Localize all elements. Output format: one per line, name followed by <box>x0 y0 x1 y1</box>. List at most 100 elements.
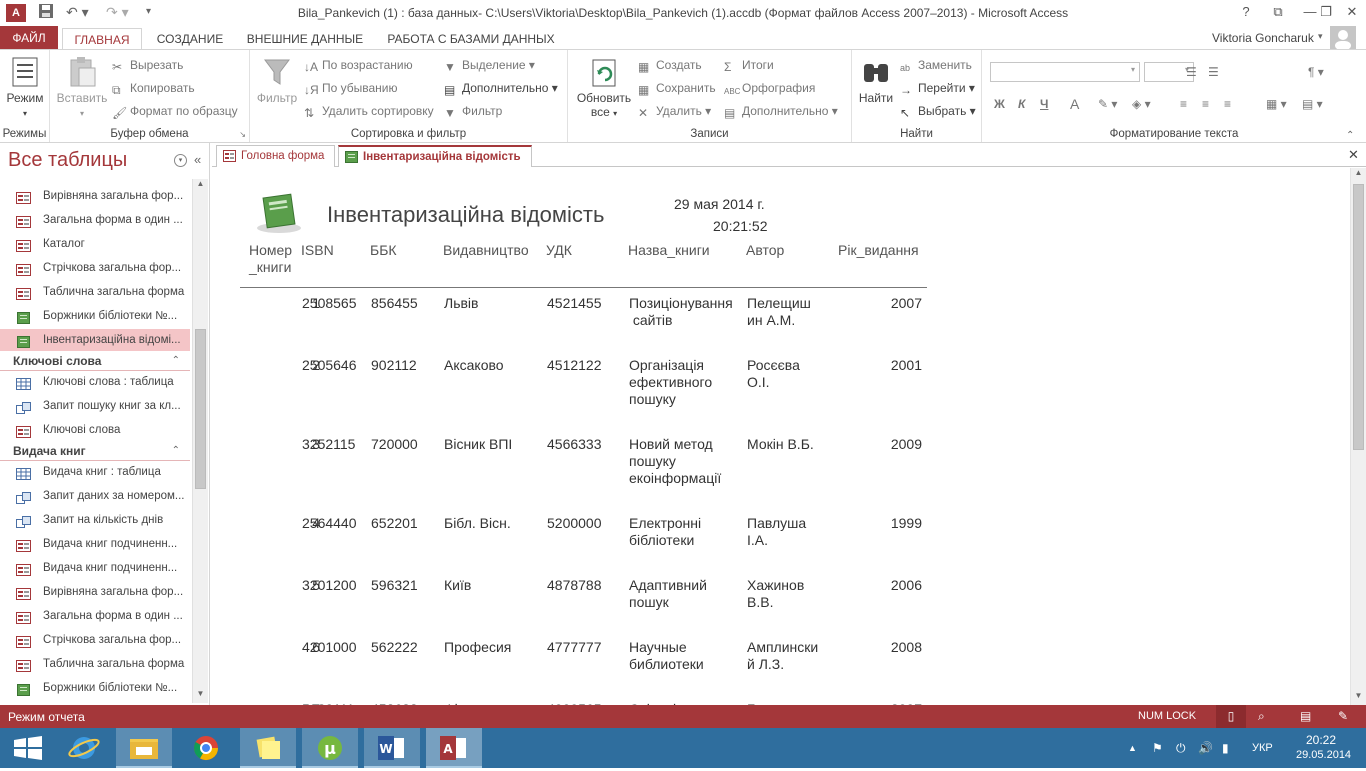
underline-button[interactable]: Ч <box>1040 95 1048 113</box>
nav-item[interactable]: Загальна форма в один ... <box>0 605 190 627</box>
taskbar-utorrent[interactable]: µ <box>302 728 358 768</box>
ribbon-display-icon[interactable]: ⧉ <box>1262 0 1294 24</box>
nav-item[interactable]: Запит даних за номером... <box>0 485 190 507</box>
cut-button[interactable]: ✂ Вырезать <box>112 56 183 74</box>
scroll-thumb[interactable] <box>195 329 206 489</box>
delete-record-button[interactable]: ✕ Удалить ▾ <box>638 102 711 120</box>
paste-button[interactable]: Вставить ▾ <box>56 56 108 119</box>
avatar[interactable] <box>1330 26 1356 50</box>
save-record-button[interactable]: ▦ Сохранить <box>638 79 716 97</box>
align-center-icon[interactable]: ≡ <box>1202 95 1209 113</box>
report-vertical-scrollbar[interactable]: ▲ ▼ <box>1350 168 1366 705</box>
sort-descending-button[interactable]: ↓Я По убыванию <box>304 79 398 97</box>
collapse-group-icon[interactable]: ⌃ <box>172 441 180 461</box>
shutter-bar-icon[interactable]: « <box>194 152 201 167</box>
nav-item[interactable]: Стрічкова загальна фор... <box>0 629 190 651</box>
volume-icon[interactable]: 🔊 <box>1198 728 1213 768</box>
show-hidden-icons[interactable]: ▲ <box>1128 728 1137 768</box>
nav-item[interactable]: Каталог <box>0 233 190 255</box>
more-records-button[interactable]: ▤ Дополнительно ▾ <box>724 102 838 120</box>
tab-file[interactable]: ФАЙЛ <box>0 26 58 50</box>
nav-item[interactable]: Стрічкова загальна фор... <box>0 257 190 279</box>
scroll-up-icon[interactable]: ▲ <box>193 179 208 193</box>
new-record-button[interactable]: ▦ Создать <box>638 56 702 74</box>
nav-item[interactable]: Інвентаризаційна відомі... <box>0 329 190 351</box>
gridlines-icon[interactable]: ▦ ▾ <box>1266 95 1287 113</box>
clock-date[interactable]: 29.05.2014 <box>1296 749 1351 761</box>
filter-button[interactable]: Фильтр <box>254 56 300 105</box>
nav-item[interactable]: Видача книг подчиненн... <box>0 533 190 555</box>
nav-item[interactable]: Запит на кількість днів <box>0 509 190 531</box>
nav-item[interactable]: Видача книг : таблица <box>0 461 190 483</box>
nav-group-header[interactable]: Ключові слова ⌃ <box>0 351 190 371</box>
close-button[interactable]: ✕ <box>1336 0 1366 24</box>
nav-item[interactable]: Загальна форма в один ... <box>0 209 190 231</box>
nav-item[interactable]: Видача книг подчиненн... <box>0 557 190 579</box>
paragraph-direction-icon[interactable]: ¶ ▾ <box>1308 63 1324 81</box>
nav-item[interactable]: Ключові слова <box>0 419 190 441</box>
align-left-icon[interactable]: ≡ <box>1180 95 1187 113</box>
replace-button[interactable]: ab Заменить <box>900 56 972 74</box>
bold-button[interactable]: Ж <box>994 95 1005 113</box>
nav-menu-chevron-icon[interactable]: ▾ <box>174 154 187 167</box>
nav-pane-title[interactable]: Все таблицы <box>8 149 127 172</box>
scroll-down-icon[interactable]: ▼ <box>1351 691 1366 705</box>
print-preview-icon[interactable]: ⌕ <box>1258 709 1265 724</box>
goto-button[interactable]: → Перейти ▾ <box>900 79 975 97</box>
align-right-icon[interactable]: ≡ <box>1224 95 1231 113</box>
italic-button[interactable]: К <box>1018 95 1025 113</box>
find-button[interactable]: Найти <box>856 56 896 105</box>
language-indicator[interactable]: УКР <box>1252 728 1273 768</box>
scroll-up-icon[interactable]: ▲ <box>1351 168 1366 182</box>
start-button[interactable] <box>0 728 56 768</box>
taskbar-word[interactable]: W <box>364 728 420 768</box>
taskbar-internet-explorer[interactable] <box>56 728 112 768</box>
nav-item[interactable]: Таблична загальна форма <box>0 653 190 675</box>
clock-time[interactable]: 20:22 <box>1306 733 1336 747</box>
power-icon[interactable]: ⏻ <box>1176 728 1186 768</box>
remove-sort-button[interactable]: ⇅ Удалить сортировку <box>304 102 434 120</box>
report-view-icon[interactable]: ▯ <box>1216 705 1246 728</box>
nav-scrollbar[interactable]: ▲ ▼ <box>192 179 208 703</box>
nav-item[interactable]: Боржники бібліотеки №... <box>0 305 190 327</box>
bullets-icon[interactable]: ☰ <box>1186 63 1197 81</box>
nav-item[interactable]: Запит пошуку книг за кл... <box>0 395 190 417</box>
layout-view-icon[interactable]: ▤ <box>1300 709 1311 723</box>
font-color-button[interactable]: A <box>1070 95 1079 113</box>
doc-tab-inventory-report[interactable]: Інвентаризаційна відомість <box>338 145 532 167</box>
spelling-button[interactable]: ABC Орфография <box>724 79 815 97</box>
taskbar-chrome[interactable] <box>178 728 234 768</box>
nav-item[interactable]: Вирівняна загальна фор... <box>0 185 190 207</box>
action-center-flag-icon[interactable]: ⚑ <box>1152 728 1163 768</box>
sort-ascending-button[interactable]: ↓A По возрастанию <box>304 56 413 74</box>
format-painter-button[interactable]: 🖌 Формат по образцу <box>112 102 238 120</box>
network-icon[interactable]: ▮ <box>1222 728 1229 768</box>
numbering-icon[interactable]: ☰ <box>1208 63 1219 81</box>
taskbar-file-explorer[interactable] <box>116 728 172 768</box>
help-button[interactable]: ? <box>1230 0 1262 24</box>
totals-button[interactable]: Σ Итоги <box>724 56 774 74</box>
collapse-group-icon[interactable]: ⌃ <box>172 351 180 371</box>
tab-create[interactable]: СОЗДАНИЕ <box>150 28 230 50</box>
taskbar-sticky-notes[interactable] <box>240 728 296 768</box>
tab-home[interactable]: ГЛАВНАЯ <box>62 28 142 50</box>
font-name-combobox[interactable]: ▾ <box>990 62 1140 82</box>
nav-item[interactable]: Ключові слова : таблица <box>0 371 190 393</box>
dialog-launcher-icon[interactable]: ↘ <box>239 130 246 139</box>
nav-item[interactable]: Боржники бібліотеки №... <box>0 677 190 699</box>
copy-button[interactable]: ⧉ Копировать <box>112 79 195 97</box>
selection-button[interactable]: ▼ Выделение ▾ <box>444 56 535 74</box>
taskbar-access[interactable]: A <box>426 728 482 768</box>
nav-item[interactable]: Вирівняна загальна фор... <box>0 581 190 603</box>
design-view-icon[interactable]: ✎ <box>1338 709 1348 723</box>
refresh-all-button[interactable]: Обновить все ▾ <box>572 56 636 119</box>
nav-group-header[interactable]: Видача книг ⌃ <box>0 441 190 461</box>
doc-tab-main-form[interactable]: Головна форма <box>216 145 336 167</box>
user-name[interactable]: Viktoria Goncharuk <box>1212 31 1314 45</box>
scroll-down-icon[interactable]: ▼ <box>193 689 208 703</box>
scroll-thumb[interactable] <box>1353 184 1364 450</box>
close-document-icon[interactable]: ✕ <box>1348 147 1359 163</box>
toggle-filter-button[interactable]: ▼ Фильтр <box>444 102 502 120</box>
tab-database-tools[interactable]: РАБОТА С БАЗАМИ ДАННЫХ <box>378 28 564 50</box>
fill-color-icon[interactable]: ◈ ▾ <box>1132 95 1151 113</box>
